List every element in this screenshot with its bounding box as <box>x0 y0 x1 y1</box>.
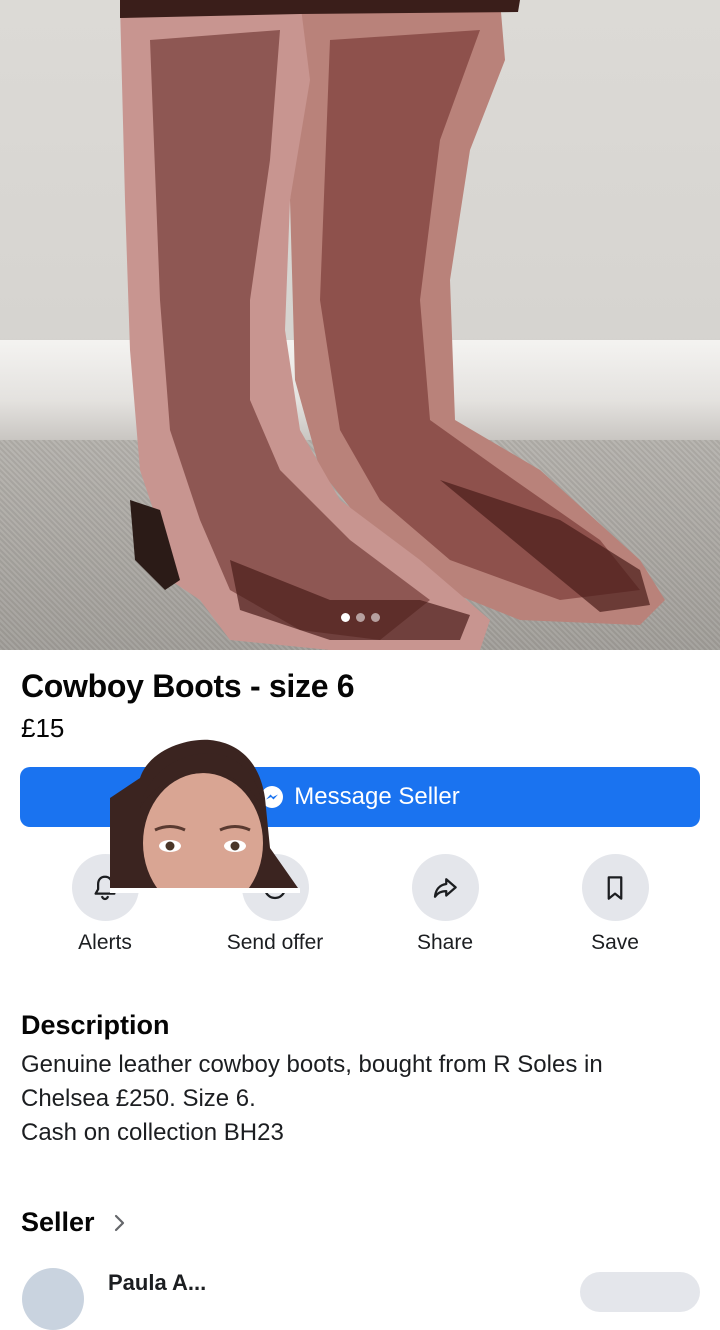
carousel-indicator <box>0 613 720 622</box>
save-label: Save <box>591 931 639 954</box>
seller-avatar <box>22 1268 84 1330</box>
description-line: Genuine leather cowboy boots, bought fro… <box>21 1051 603 1112</box>
share-label: Share <box>416 931 474 954</box>
share-circle <box>411 854 479 921</box>
seller-section-link[interactable]: Seller <box>21 1207 127 1238</box>
send-offer-label: Send offer <box>226 931 324 954</box>
share-arrow-icon <box>433 877 457 898</box>
seller-heading: Seller <box>21 1207 95 1237</box>
alerts-label: Alerts <box>78 931 132 954</box>
description-text: Genuine leather cowboy boots, bought fro… <box>21 1048 691 1150</box>
carousel-dot <box>370 613 380 622</box>
carousel-dot <box>355 613 365 622</box>
save-button[interactable]: Save <box>530 854 700 955</box>
description-heading: Description <box>21 1010 170 1040</box>
listing-photo[interactable] <box>0 0 720 650</box>
chevron-right-icon <box>114 1214 124 1231</box>
webcam-face-overlay <box>110 739 300 893</box>
seller-action-pill[interactable] <box>580 1272 700 1312</box>
seller-name: Paula A... <box>108 1270 207 1295</box>
carousel-dot <box>340 613 350 622</box>
description-line: Cash on collection BH23 <box>21 1119 284 1146</box>
share-button[interactable]: Share <box>360 854 530 955</box>
bookmark-icon <box>607 875 623 900</box>
message-seller-label: Message Seller <box>294 783 460 810</box>
listing-price: £15 <box>21 713 65 743</box>
listing-title: Cowboy Boots - size 6 <box>21 668 355 704</box>
save-circle <box>581 854 649 921</box>
boots-image <box>120 0 665 650</box>
